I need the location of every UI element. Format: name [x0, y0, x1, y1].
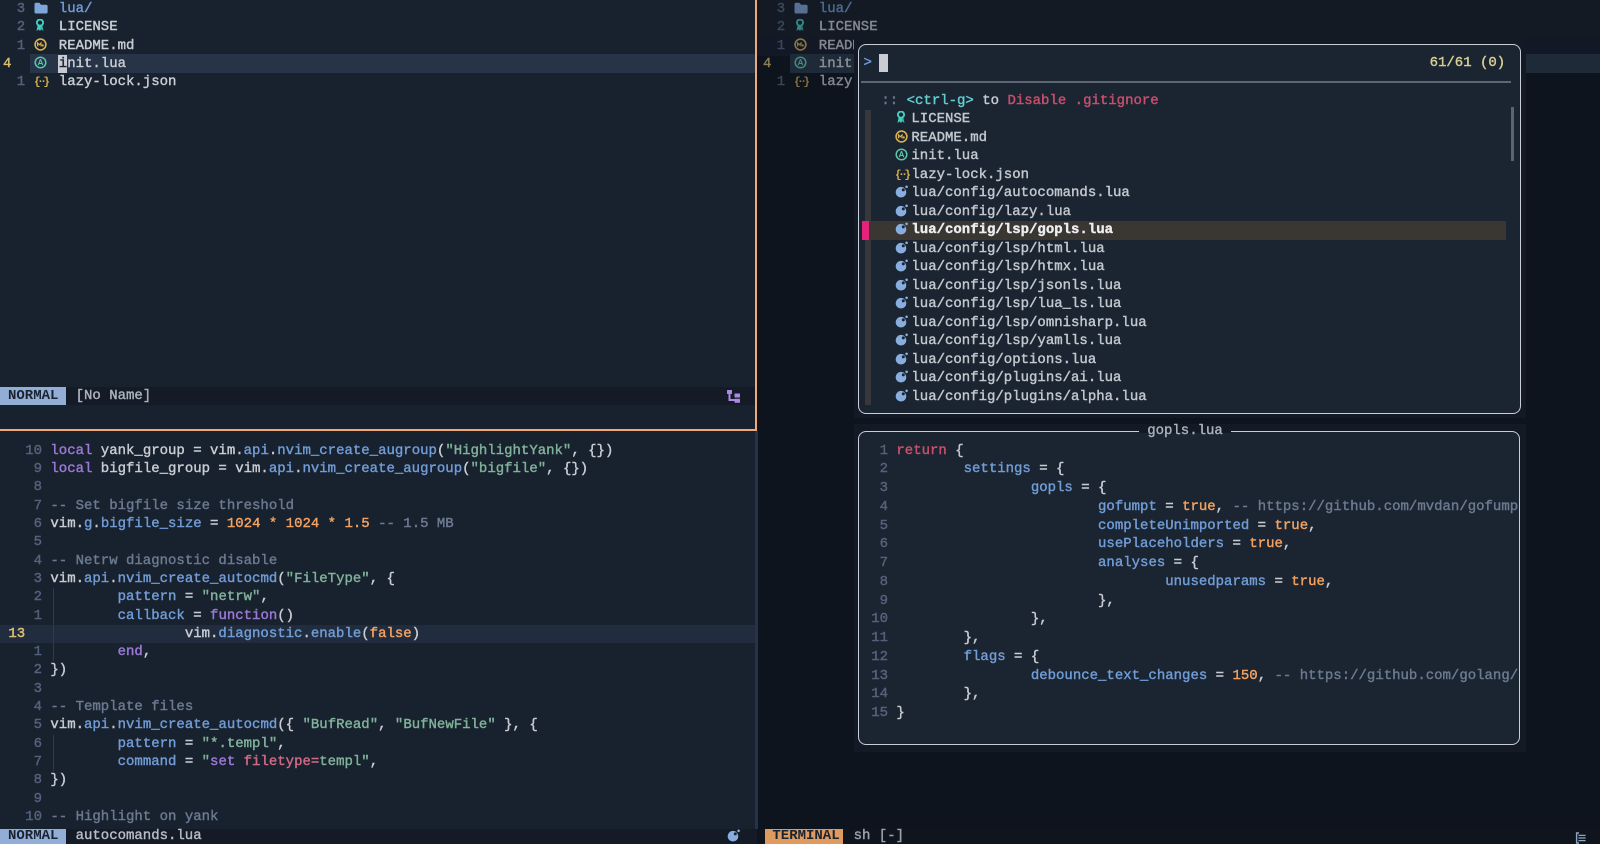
- svg-text:{··}: {··}: [34, 76, 50, 87]
- svg-text:{··}: {··}: [895, 169, 911, 180]
- svg-text:{··}: {··}: [794, 76, 810, 87]
